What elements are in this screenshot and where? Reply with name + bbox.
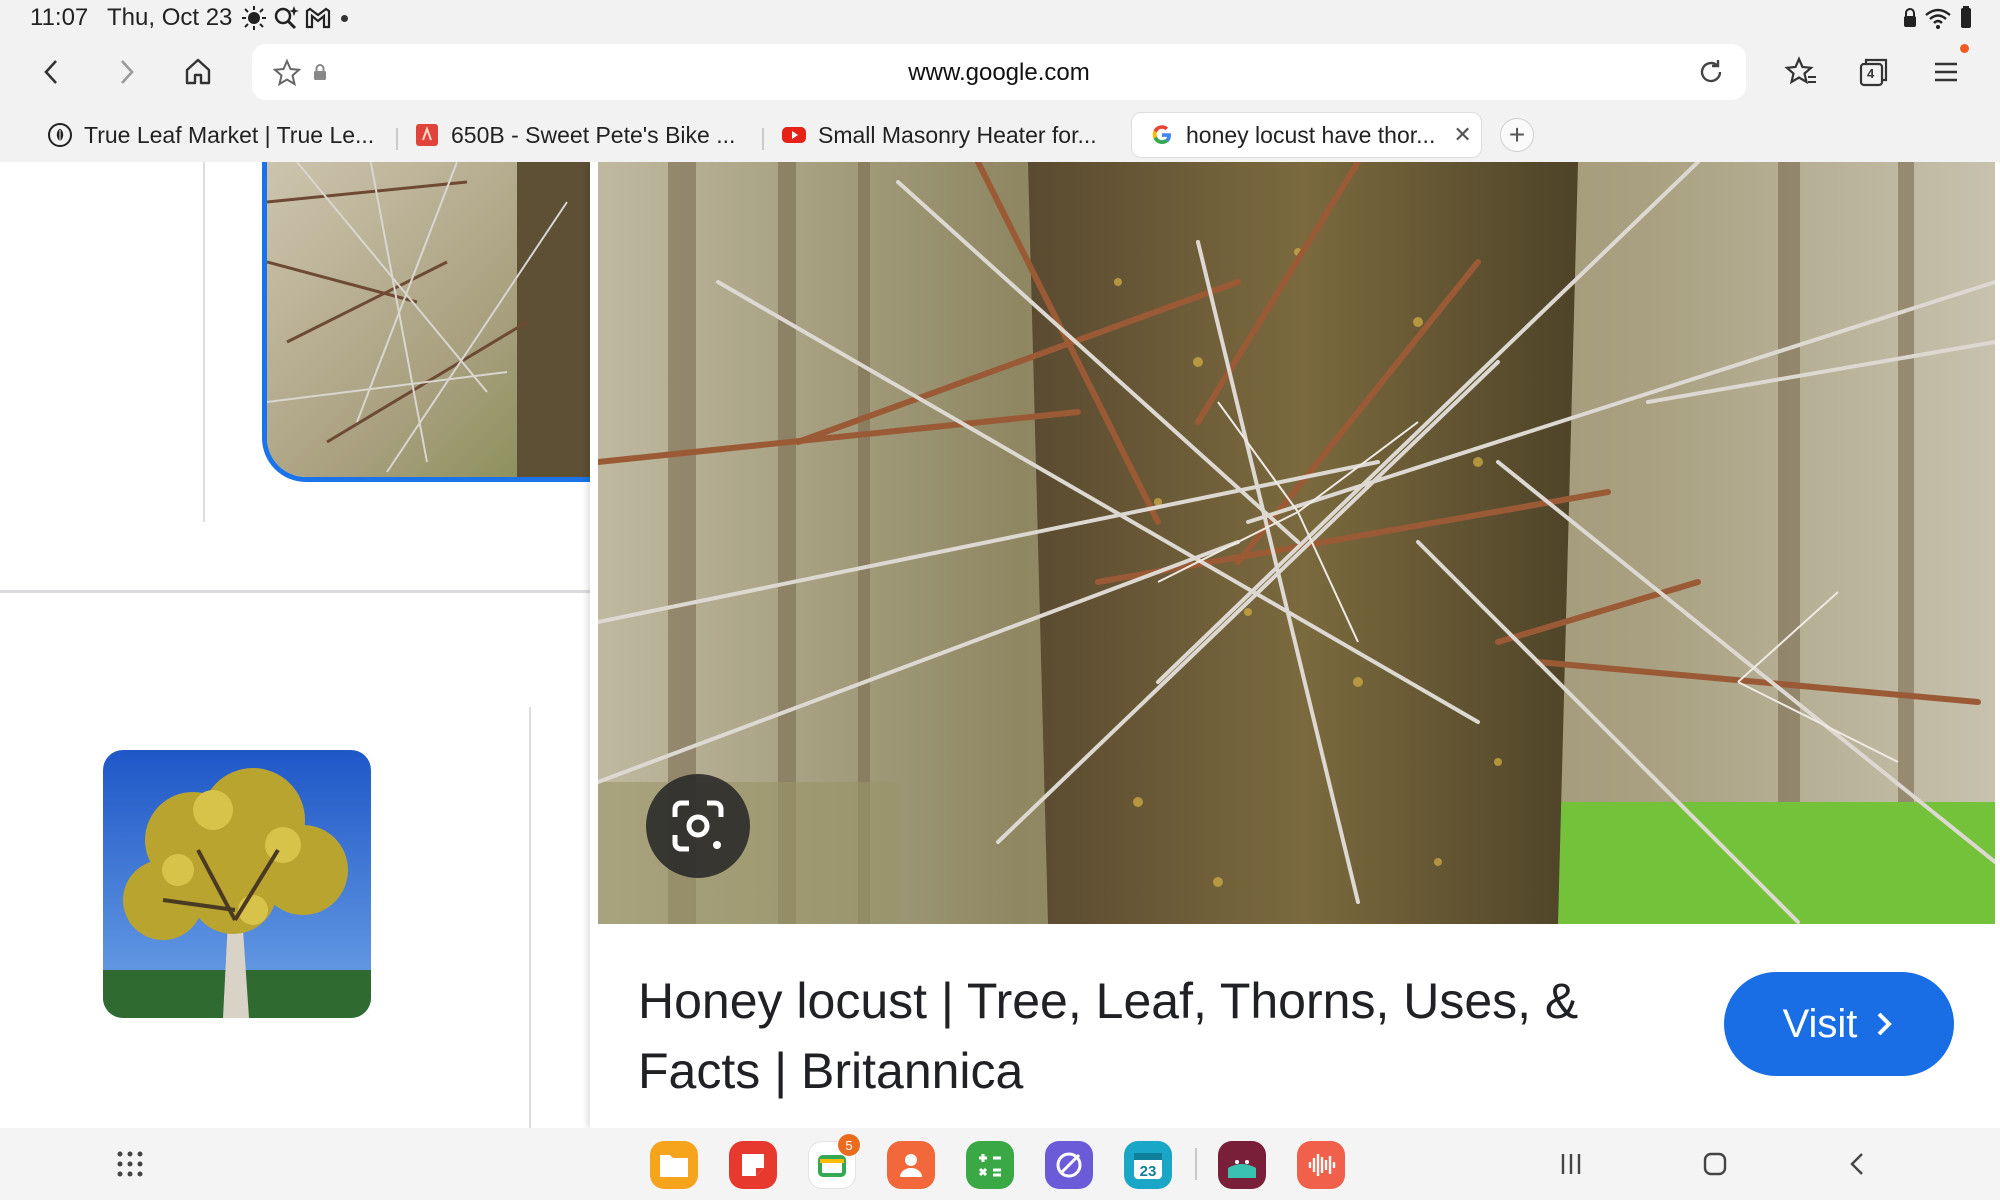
- app-grid-icon: [117, 1151, 143, 1177]
- reload-icon[interactable]: [1695, 56, 1727, 88]
- tab-divider: [762, 128, 764, 150]
- tab-divider: [396, 128, 398, 150]
- result-title[interactable]: Honey locust | Tree, Leaf, Thorns, Uses,…: [638, 966, 1648, 1106]
- notification-badge: 5: [838, 1134, 860, 1156]
- search-star-icon: [274, 6, 299, 30]
- taskbar: 5 23: [0, 1128, 2000, 1200]
- google-lens-button[interactable]: [646, 774, 750, 878]
- recent-apps-button[interactable]: [1549, 1142, 1593, 1186]
- image-preview-panel: Honey locust | Tree, Leaf, Thorns, Uses,…: [590, 162, 2000, 1128]
- contacts-app[interactable]: [887, 1141, 935, 1189]
- yellow-tree-thumbnail[interactable]: [103, 750, 371, 1018]
- notes-app[interactable]: [729, 1141, 777, 1189]
- tab-title: True Leaf Market | True Le...: [84, 121, 375, 148]
- tab-count: 4: [1867, 66, 1875, 81]
- tab-bar: True Leaf Market | True Le... 650B - Swe…: [0, 108, 2000, 162]
- lock-icon: [1904, 8, 1916, 27]
- battery-icon: [1961, 6, 1971, 28]
- chevron-right-icon: [1878, 1012, 1893, 1036]
- sound-wave-icon: [1308, 1154, 1336, 1176]
- calculator-icon: [978, 1154, 1001, 1177]
- honey-locust-thorns-image: [598, 162, 1995, 924]
- tab-title: honey locust have thor...: [1186, 121, 1436, 148]
- internet-app[interactable]: [1045, 1141, 1093, 1189]
- home-square-icon: [1703, 1152, 1727, 1176]
- status-bar: 11:07 Thu, Oct 23: [0, 0, 2000, 36]
- selected-image-thumbnail[interactable]: [262, 162, 602, 482]
- back-chevron-icon: [1850, 1153, 1863, 1175]
- google-lens-icon: [672, 800, 724, 852]
- address-bar[interactable]: www.google.com: [252, 44, 1746, 100]
- divider: [203, 162, 205, 522]
- tab-title: Small Masonry Heater for...: [818, 121, 1097, 148]
- status-time: 11:07: [30, 4, 89, 31]
- recents-icon: [1561, 1154, 1581, 1174]
- page-content: Honey locust | Tree, Leaf, Thorns, Uses,…: [0, 162, 2000, 1128]
- visit-label: Visit: [1782, 1001, 1858, 1046]
- tab-honey-locust[interactable]: honey locust have thor... ✕: [1131, 112, 1482, 158]
- youtube-icon: [782, 127, 806, 143]
- home-button[interactable]: [172, 46, 224, 98]
- my-files-app[interactable]: [650, 1141, 698, 1189]
- calculator-app[interactable]: [966, 1141, 1014, 1189]
- wifi-icon: [1925, 8, 1951, 29]
- plus-icon: +: [1508, 119, 1526, 150]
- preview-image[interactable]: [598, 162, 1995, 924]
- tab-sweet-petes[interactable]: 650B - Sweet Pete's Bike ...: [415, 112, 735, 158]
- home-icon: [185, 58, 211, 85]
- bike-icon: [416, 124, 438, 146]
- thorny-tree-thumbnail-image: [267, 162, 602, 477]
- yellow-tree-image: [103, 750, 371, 1018]
- google-icon: [1152, 125, 1171, 144]
- menu-button[interactable]: [1920, 46, 1972, 98]
- sleep-icon: [1228, 1160, 1256, 1178]
- notes-icon: [742, 1154, 764, 1176]
- home-nav-button[interactable]: [1693, 1142, 1737, 1186]
- person-icon: [900, 1154, 922, 1177]
- app-drawer-button[interactable]: [108, 1142, 152, 1186]
- star-list-icon: [1784, 56, 1816, 85]
- divider: [0, 590, 590, 593]
- calendar-icon: 23: [1134, 1153, 1162, 1180]
- status-date: Thu, Oct 23: [107, 4, 233, 31]
- tab-true-leaf-market[interactable]: True Leaf Market | True Le...: [48, 112, 374, 158]
- dock-divider: [1195, 1148, 1197, 1180]
- brightness-icon: [242, 6, 266, 30]
- chevron-right-icon: [121, 60, 134, 84]
- tab-title: 650B - Sweet Pete's Bike ...: [451, 121, 736, 148]
- back-button[interactable]: [26, 46, 78, 98]
- url-text[interactable]: www.google.com: [252, 59, 1746, 87]
- forward-button[interactable]: [100, 46, 152, 98]
- calendar-day: 23: [1140, 1163, 1157, 1180]
- calendar-app[interactable]: 23: [1124, 1141, 1172, 1189]
- back-nav-button[interactable]: [1836, 1142, 1880, 1186]
- leaf-icon: [48, 123, 72, 147]
- visit-button[interactable]: Visit: [1724, 972, 1954, 1076]
- close-tab-icon[interactable]: ✕: [1453, 122, 1471, 148]
- bookmarks-button[interactable]: [1775, 46, 1827, 98]
- chevron-left-icon: [44, 60, 57, 84]
- globe-icon: [1056, 1152, 1082, 1178]
- menu-notification-dot: [1960, 44, 1969, 53]
- tab-masonry-heater[interactable]: Small Masonry Heater for...: [782, 112, 1097, 158]
- tabs-button[interactable]: 4: [1848, 46, 1900, 98]
- browser-toolbar: www.google.com 4: [0, 36, 2000, 108]
- new-tab-button[interactable]: +: [1500, 118, 1534, 152]
- hamburger-menu-icon: [1935, 62, 1957, 82]
- sleep-app[interactable]: [1218, 1141, 1266, 1189]
- gmail-icon: [305, 7, 331, 29]
- voice-recorder-app[interactable]: [1297, 1141, 1345, 1189]
- more-dot-icon: [341, 15, 348, 22]
- folder-icon: [660, 1155, 688, 1177]
- divider: [529, 707, 531, 1128]
